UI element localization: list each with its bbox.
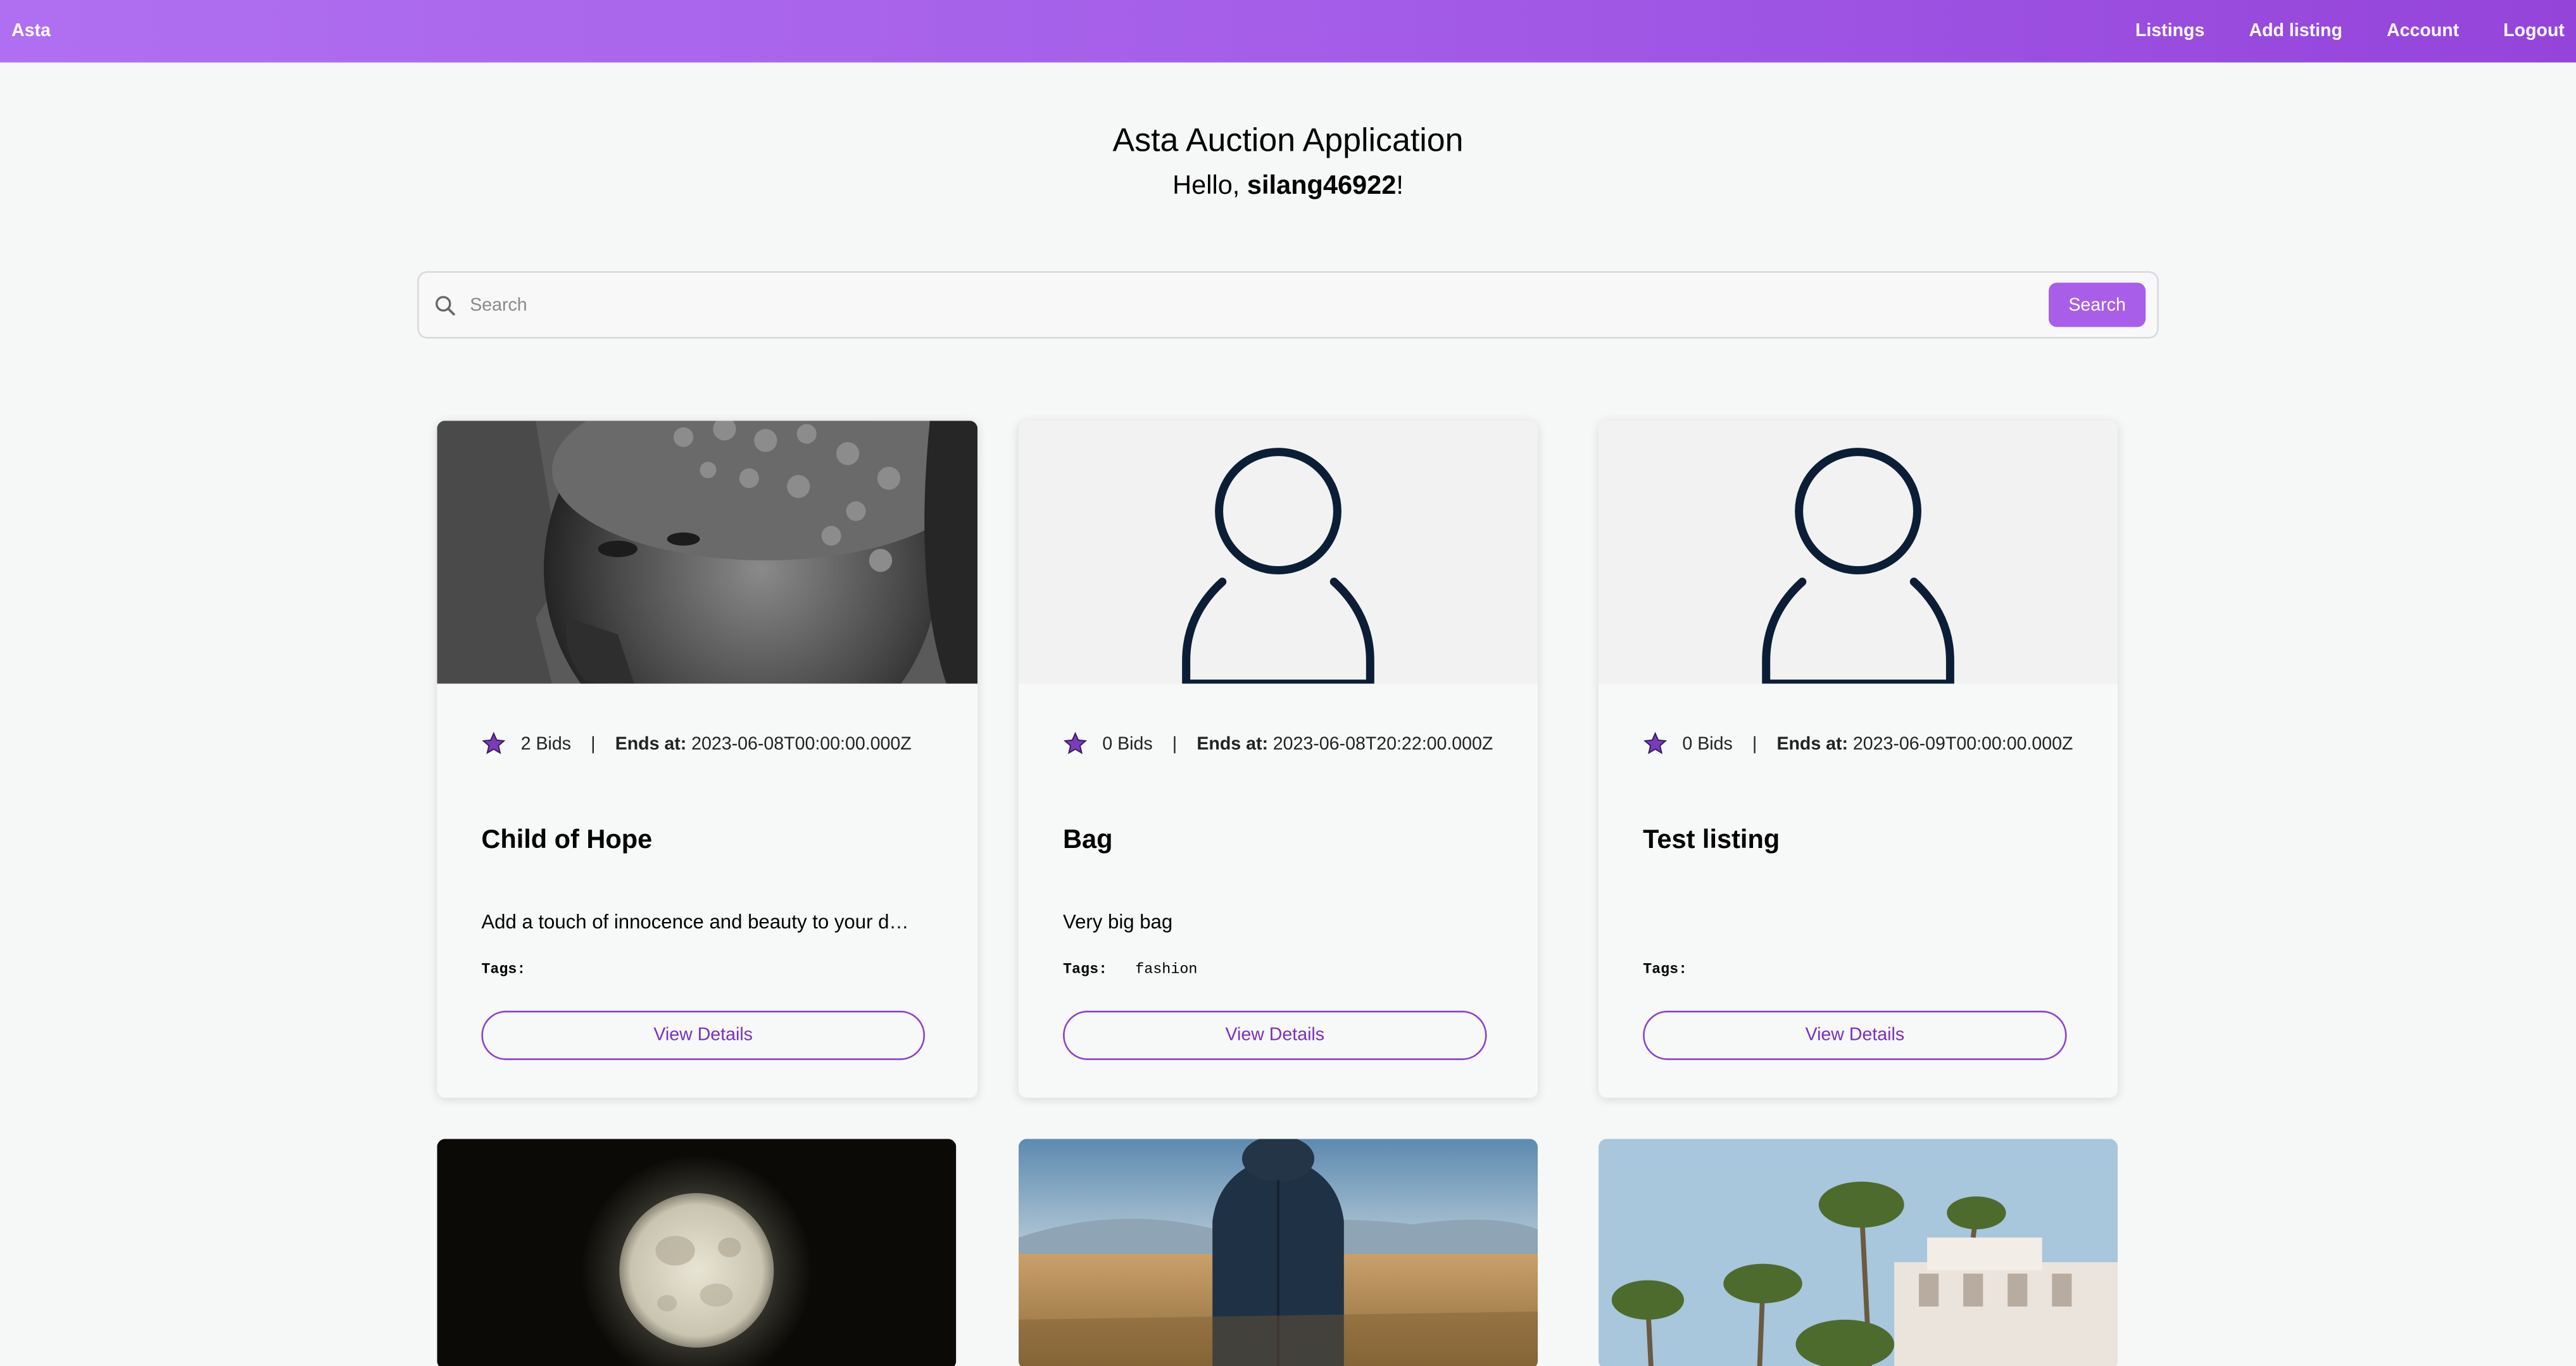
page-title: Asta Auction Application (1112, 123, 1464, 160)
search-button[interactable]: Search (2049, 282, 2146, 327)
listing-image (1018, 421, 1538, 684)
tags-label: Tags: (481, 961, 526, 978)
listing-tags: Tags: fashion (1063, 961, 1197, 978)
tags-label: Tags: (1643, 961, 1688, 978)
nav-link-add-listing[interactable]: Add listing (2249, 22, 2342, 41)
nav-link-logout[interactable]: Logout (2503, 22, 2565, 41)
listing-description: Add a touch of innocence and beauty to y… (481, 910, 909, 934)
portrait-photo (437, 421, 978, 684)
tag: fashion (1135, 961, 1198, 978)
view-details-button[interactable]: View Details (1063, 1010, 1487, 1060)
listing-description: Very big bag (1063, 910, 1173, 934)
listing-image (1599, 421, 2118, 684)
listing-title: Child of Hope (481, 826, 653, 855)
field-photo (1018, 1139, 1538, 1366)
nav-link-listings[interactable]: Listings (2135, 22, 2204, 41)
search-icon (435, 295, 455, 315)
ends-at-value: 2023-06-08T00:00:00.000Z (691, 733, 912, 754)
page: Asta Listings Add listing Account Logout… (0, 0, 2576, 1366)
listing-title: Test listing (1643, 826, 1780, 855)
ends-at-label: Ends at: (615, 733, 687, 754)
ends-at-value: 2023-06-09T00:00:00.000Z (1852, 733, 2073, 754)
search-input[interactable] (470, 294, 2049, 315)
nav-links: Listings Add listing Account Logout (2091, 22, 2565, 41)
view-details-button[interactable]: View Details (1643, 1010, 2067, 1060)
bid-count: 2 Bids (520, 733, 571, 754)
star-icon (1643, 731, 1668, 754)
navbar: Asta Listings Add listing Account Logout (0, 0, 2576, 63)
greeting-suffix: ! (1396, 172, 1404, 201)
listing-image (437, 421, 978, 684)
ends-at-value: 2023-06-08T20:22:00.000Z (1272, 733, 1493, 754)
meta-separator: | (1752, 733, 1757, 754)
listing-tags: Tags: (1643, 961, 1715, 978)
listing-card: 0 Bids | Ends at: 2023-06-08T20:22:00.00… (1018, 421, 1538, 1098)
username: silang46922 (1247, 172, 1397, 201)
listing-card-building[interactable] (1599, 1139, 2118, 1366)
ends-at-label: Ends at: (1197, 733, 1269, 754)
bid-count: 0 Bids (1102, 733, 1153, 754)
star-icon (482, 731, 506, 754)
listing-card: 0 Bids | Ends at: 2023-06-09T00:00:00.00… (1599, 421, 2118, 1098)
star-icon (1063, 731, 1088, 754)
user-placeholder-icon (1762, 448, 1954, 684)
listing-card-field[interactable] (1018, 1139, 1538, 1366)
listing-meta: 0 Bids | Ends at: 2023-06-08T20:22:00.00… (1063, 731, 1493, 756)
listing-card-moon[interactable] (437, 1139, 957, 1366)
listing-tags: Tags: (481, 961, 553, 978)
view-details-button[interactable]: View Details (481, 1010, 926, 1060)
meta-separator: | (591, 733, 596, 754)
nav-link-account[interactable]: Account (2387, 22, 2459, 41)
building-photo (1599, 1139, 2118, 1366)
user-placeholder-icon (1182, 448, 1374, 684)
listing-title: Bag (1063, 826, 1113, 855)
listing-card: 2 Bids | Ends at: 2023-06-08T00:00:00.00… (437, 421, 978, 1098)
listing-meta: 0 Bids | Ends at: 2023-06-09T00:00:00.00… (1643, 731, 2073, 756)
tags-label: Tags: (1063, 961, 1108, 978)
greeting-prefix: Hello, (1172, 172, 1247, 201)
search-bar: Search (417, 271, 2159, 339)
page-header: Asta Auction Application Hello, silang46… (0, 63, 2576, 203)
greeting: Hello, silang46922! (0, 172, 2576, 202)
moon-photo (437, 1139, 957, 1366)
ends-at-label: Ends at: (1776, 733, 1849, 754)
meta-separator: | (1172, 733, 1178, 754)
listing-meta: 2 Bids | Ends at: 2023-06-08T00:00:00.00… (481, 731, 912, 756)
bid-count: 0 Bids (1682, 733, 1733, 754)
brand-logo[interactable]: Asta (11, 22, 51, 41)
